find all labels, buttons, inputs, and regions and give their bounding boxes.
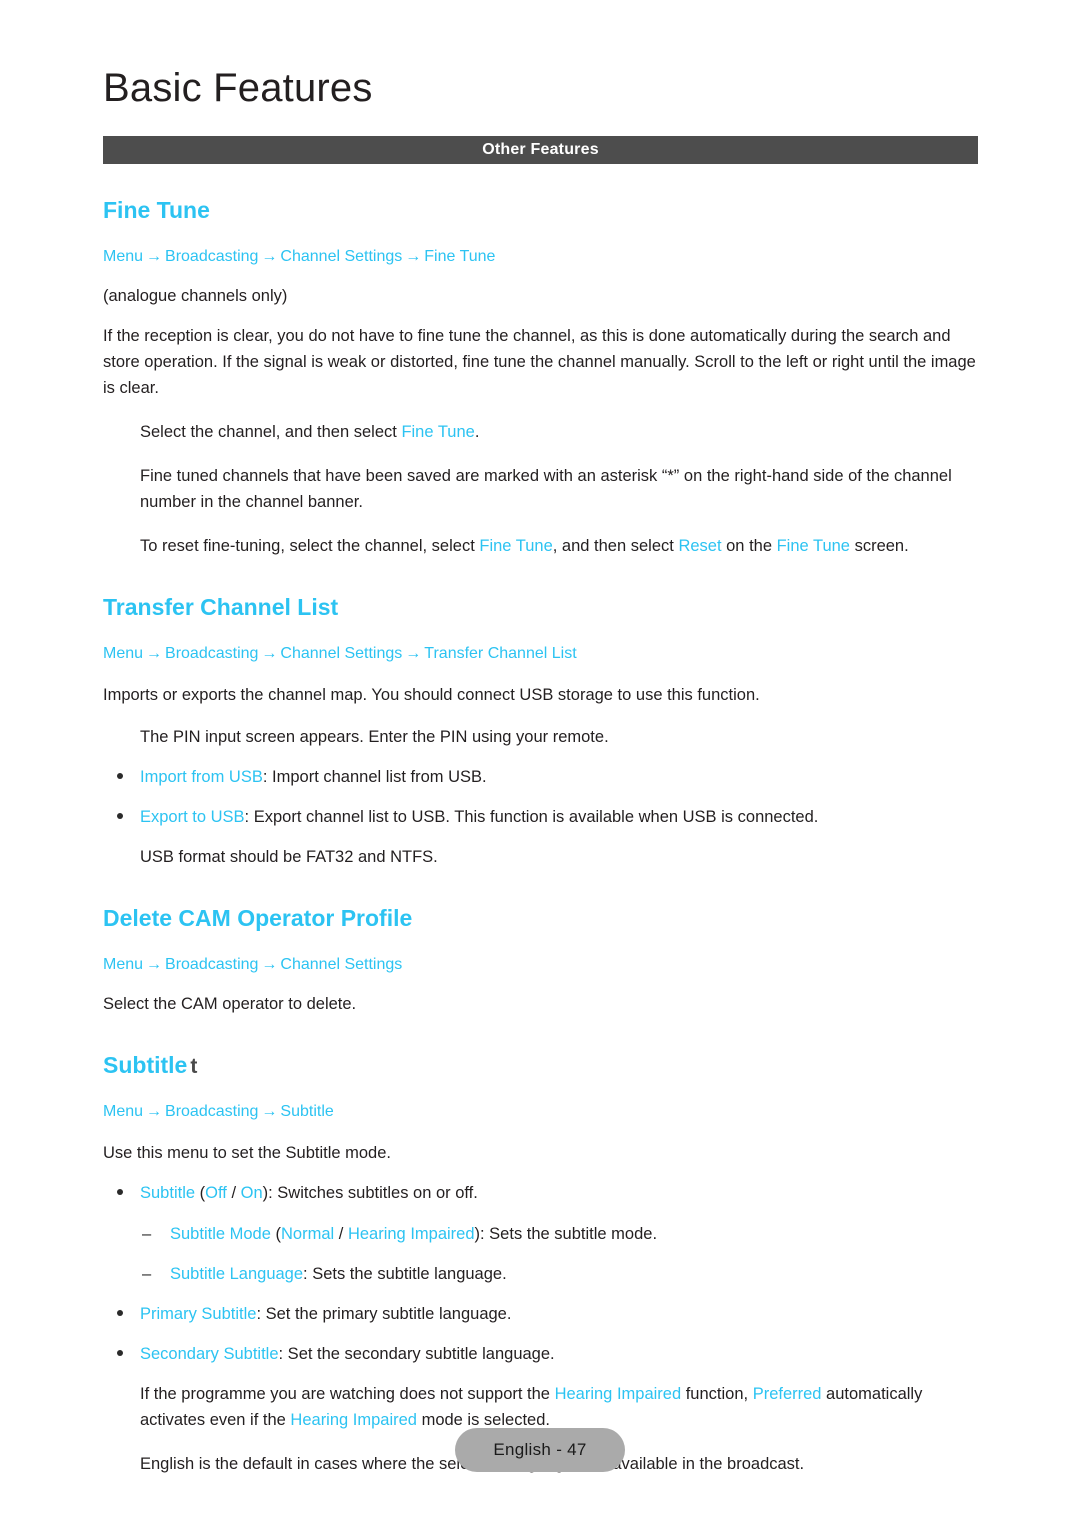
page-number-label: English - 47 [493,1440,587,1459]
breadcrumb-transfer-channel-list: Menu → Broadcasting → Channel Settings → Trans… [103,642,983,666]
paragraph-select-channel: Select the channel, and then select Fine… [140,423,480,441]
breadcrumb-item: Menu [103,645,144,662]
breadcrumb-item: Channel Settings [280,247,403,265]
arrow-icon: → [405,247,422,265]
arrow-icon: → [146,247,163,265]
bullet-icon [117,1349,123,1356]
remote-key-glyph-icon: t [190,1055,198,1079]
paragraph-reset-fine-tuning: To reset fine-tuning, select the channel… [140,537,909,556]
inline-ref: Hearing Impaired [554,1384,682,1403]
inline-ref: Fine Tune [401,423,475,441]
arrow-icon: → [146,645,163,662]
breadcrumb-subtitle: Menu → Broadcasting → Subtitle [103,1100,983,1124]
breadcrumb-item: Channel Settings [280,645,403,662]
inline-ref: Hearing Impaired [290,1410,417,1429]
bullet-icon [117,813,123,820]
arrow-icon: → [146,1103,163,1121]
paragraph-delete-cam-intro: Select the CAM operator to delete. [103,995,357,1014]
list-item: Export to USB: Export channel list to US… [113,804,983,830]
breadcrumb-item: Broadcasting [165,247,259,265]
paragraph-fine-tune-intro: If the reception is clear, you do not ha… [103,326,976,397]
inline-ref: Secondary Subtitle [140,1344,279,1363]
heading-delete-cam-operator-profile: Delete CAM Operator Profile [103,905,413,932]
sub-list-item: – Subtitle Mode (Normal / Hearing Impaire… [140,1221,983,1247]
paragraph-pin-input: The PIN input screen appears. Enter the … [140,728,609,747]
dash-icon: – [142,1224,152,1243]
breadcrumb-delete-cam: Menu → Broadcasting → Channel Settings [103,953,983,977]
list-item: Subtitle (Off / On): Switches subtitles … [113,1180,983,1206]
arrow-icon: → [261,956,278,974]
breadcrumb-item: Menu [103,1103,144,1121]
breadcrumb-item: Menu [103,956,144,974]
inline-ref: Fine Tune [479,537,553,556]
dash-icon: – [142,1264,152,1283]
inline-option: Off [205,1184,227,1203]
arrow-icon: → [146,956,163,974]
inline-ref: Reset [678,537,722,556]
breadcrumb-item: Broadcasting [165,645,259,662]
breadcrumb-item: Broadcasting [165,1103,259,1121]
paragraph-subtitle-intro: Use this menu to set the Subtitle mode. [103,1144,391,1163]
arrow-icon: → [261,247,278,265]
document-content: Fine Tune Menu → Broadcasting → Channel Sett… [103,196,983,1477]
inline-ref: Fine Tune [776,537,850,556]
heading-fine-tune: Fine Tune [103,197,210,223]
breadcrumb-item: Broadcasting [165,956,259,974]
paragraph-usb-format: USB format should be FAT32 and NTFS. [140,848,438,867]
inline-option: On [240,1184,263,1203]
arrow-icon: → [261,1103,278,1121]
breadcrumb-item: Channel Settings [280,956,403,974]
paragraph-asterisk-note: Fine tuned channels that have been saved… [140,467,952,512]
bullet-icon [117,773,123,780]
list-item: Primary Subtitle: Set the primary subtit… [113,1301,983,1327]
breadcrumb-item: Fine Tune [424,247,496,265]
paragraph-hearing-impaired-note: If the programme you are watching does n… [140,1384,923,1429]
inline-ref: Primary Subtitle [140,1304,257,1323]
breadcrumb-item: Menu [103,247,144,265]
inline-option: Hearing Impaired [347,1224,475,1243]
bullet-icon [117,1309,123,1316]
list-item: Import from USB: Import channel list fro… [113,764,983,790]
heading-subtitle: Subtitle t [103,1052,198,1079]
inline-ref: Subtitle Mode [170,1224,271,1243]
list-item: Secondary Subtitle: Set the secondary su… [113,1341,983,1367]
heading-transfer-channel-list: Transfer Channel List [103,594,339,621]
document-page: Basic Features Other Features Fine Tune … [0,0,1080,1519]
inline-ref: Subtitle [140,1184,196,1203]
note-analogue-only: (analogue channels only) [103,286,288,305]
breadcrumb-item: Transfer Channel List [424,645,577,662]
page-title: Basic Features [103,66,373,110]
breadcrumb-fine-tune: Menu → Broadcasting → Channel Settings → Fine … [103,245,983,269]
page-number-badge: English - 47 [455,1428,625,1472]
bullet-icon [117,1189,123,1196]
inline-ref: Export to USB [140,808,245,827]
arrow-icon: → [405,645,422,662]
inline-ref: Subtitle Language [170,1264,304,1283]
inline-ref: Import from USB [140,768,263,787]
paragraph-transfer-intro: Imports or exports the channel map. You … [103,686,760,704]
inline-option: Normal [281,1224,335,1243]
inline-ref: Preferred [752,1384,822,1403]
section-banner-label: Other Features [482,141,599,158]
arrow-icon: → [261,645,278,662]
sub-list-item: – Subtitle Language: Sets the subtitle la… [140,1261,983,1287]
section-banner: Other Features [103,136,978,164]
breadcrumb-item: Subtitle [280,1103,334,1121]
